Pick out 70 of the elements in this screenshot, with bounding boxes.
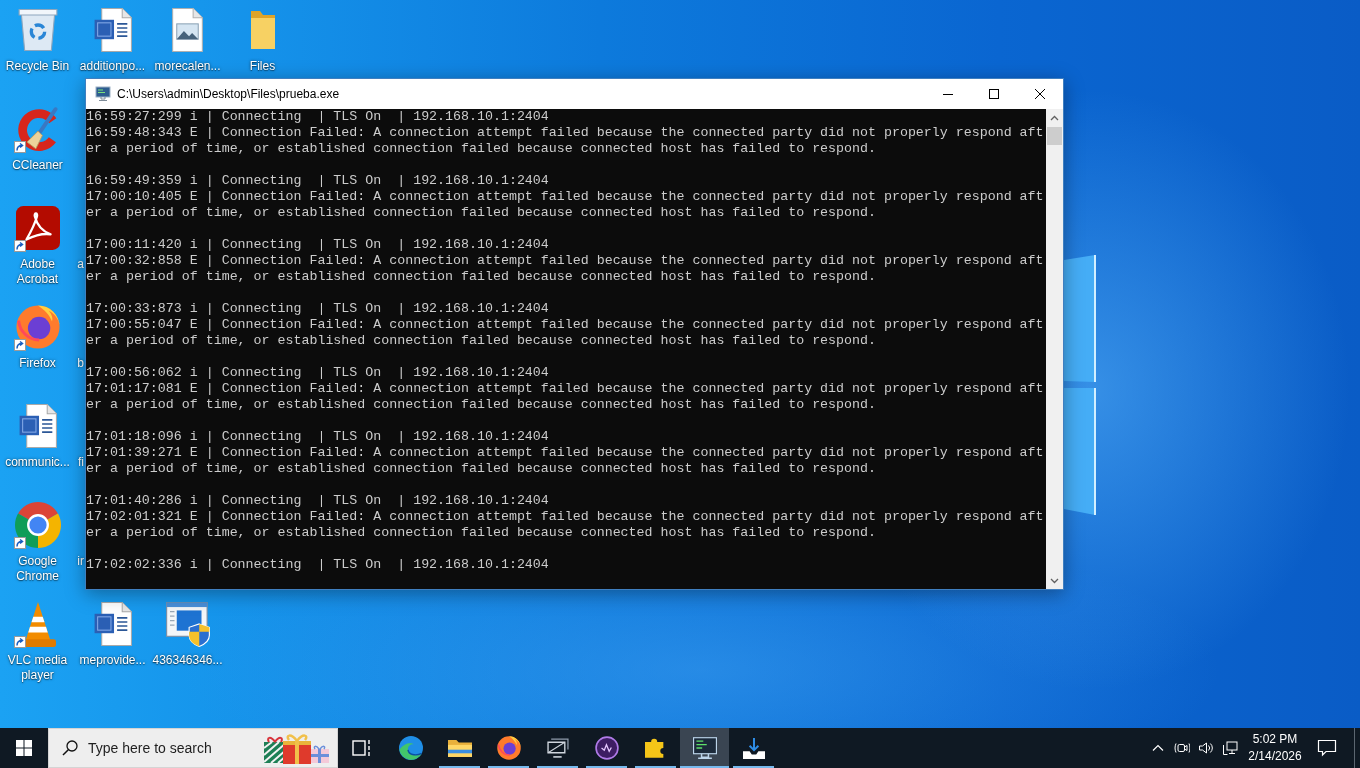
desktop-item[interactable]: VLC media player	[0, 600, 75, 683]
desktop-item-label[interactable]: ir	[77, 554, 84, 569]
taskbar-app-button[interactable]	[680, 728, 729, 768]
document-icon	[93, 602, 132, 646]
brush-arc-icon	[16, 106, 59, 152]
maximize-icon	[989, 89, 999, 99]
orb-icon	[594, 736, 619, 760]
gift-boxes-icon	[263, 732, 330, 764]
windows-logo-icon	[16, 740, 32, 756]
log-line: 17:00:33:873 i | Connecting | TLS On | 192.168.10.1:2404	[86, 301, 549, 317]
search-field[interactable]: Type here to search	[88, 740, 263, 756]
notification-icon[interactable]	[1317, 739, 1337, 757]
desktop-item-label[interactable]: b	[77, 356, 84, 371]
clock-time[interactable]: 5:02 PM	[1252, 731, 1298, 748]
download-tray-icon	[742, 737, 765, 759]
log-line: 17:00:56:062 i | Connecting | TLS On | 192.168.10.1:2404	[86, 365, 549, 381]
network-icon[interactable]	[1222, 740, 1238, 756]
desktop-item[interactable]: Adobe Acrobat	[0, 204, 75, 287]
task-view-icon	[352, 739, 372, 757]
image-file-icon	[172, 8, 203, 52]
search-icon	[62, 740, 78, 756]
vertical-scrollbar[interactable]	[1046, 109, 1063, 589]
log-line: 17:02:01:321 E | Connection Failed: A connection attempt failed because the connected party did not properly respond after a period of time, or established connection failed because connected host has failed to respond.	[86, 509, 1045, 541]
caret-up-icon	[1050, 114, 1059, 121]
pdf-icon	[15, 206, 60, 250]
desktop-item[interactable]: 436346346...	[150, 600, 225, 668]
desktop-item[interactable]: Files	[225, 6, 300, 74]
desktop-item[interactable]: Google Chrome	[0, 501, 75, 584]
log-line: 17:00:10:405 E | Connection Failed: A connection attempt failed because the connected party did not properly respond after a period of time, or established connection failed because connected host has failed to respond.	[86, 189, 1045, 221]
window-title: C:\Users\admin\Desktop\Files\prueba.exe	[117, 86, 340, 102]
log-line: 17:01:39:271 E | Connection Failed: A connection attempt failed because the connected party did not properly respond after a period of time, or established connection failed because connected host has failed to respond.	[86, 445, 1045, 477]
log-line: 17:01:40:286 i | Connecting | TLS On | 192.168.10.1:2404	[86, 493, 549, 509]
camera-icon[interactable]	[1174, 740, 1190, 756]
document-icon	[93, 8, 132, 52]
log-line: 16:59:27:299 i | Connecting | TLS On | 192.168.10.1:2404	[86, 109, 549, 125]
segmented-ring-icon	[14, 502, 61, 548]
installer-shield-icon	[165, 601, 210, 647]
terminal-icon	[692, 737, 717, 759]
log-line: 17:01:17:081 E | Connection Failed: A connection attempt failed because the connected party did not properly respond after a period of time, or established connection failed because connected host has failed to respond.	[86, 381, 1045, 413]
desktop-item[interactable]: CCleaner	[0, 105, 75, 173]
flame-globe-icon	[15, 305, 60, 349]
close-icon	[1035, 89, 1045, 99]
scrollbar-thumb[interactable]	[1047, 127, 1062, 145]
caret-down-icon	[1050, 577, 1059, 584]
desktop-item[interactable]: meprovide...	[75, 600, 150, 668]
clock-date[interactable]: 2/14/2026	[1248, 748, 1302, 765]
search-bar[interactable]: Type here to search	[48, 728, 338, 768]
desktop-item-label[interactable]: fi	[78, 455, 84, 470]
recycle-bin-icon	[17, 8, 58, 52]
log-line: 17:00:55:047 E | Connection Failed: A connection attempt failed because the connected party did not properly respond after a period of time, or established connection failed because connected host has failed to respond.	[86, 317, 1045, 349]
desktop-item[interactable]: Firefox	[0, 303, 75, 371]
desktop-item[interactable]: communic...	[0, 402, 75, 470]
screens-icon	[546, 738, 569, 758]
terminal-icon	[95, 86, 111, 102]
log-line: 17:00:11:420 i | Connecting | TLS On | 192.168.10.1:2404	[86, 237, 549, 253]
log-line: 17:01:18:096 i | Connecting | TLS On | 192.168.10.1:2404	[86, 429, 549, 445]
log-line: 16:59:48:343 E | Connection Failed: A connection attempt failed because the connected party did not properly respond after a period of time, or established connection failed because connected host has failed to respond.	[86, 125, 1045, 157]
volume-icon[interactable]	[1198, 740, 1214, 756]
desktop-item[interactable]: additionpo...	[75, 6, 150, 74]
document-icon	[18, 404, 57, 448]
desktop-item-label[interactable]: a	[77, 257, 84, 272]
desktop-item[interactable]: Recycle Bin	[0, 6, 75, 74]
log-line: 17:00:32:858 E | Connection Failed: A connection attempt failed because the connected party did not properly respond after a period of time, or established connection failed because connected host has failed to respond.	[86, 253, 1045, 285]
log-line: 16:59:49:359 i | Connecting | TLS On | 192.168.10.1:2404	[86, 173, 549, 189]
folder-icon	[249, 10, 276, 50]
swirl-browser-icon	[398, 736, 423, 760]
flame-globe-icon	[496, 736, 521, 760]
desktop-item[interactable]: morecalen...	[150, 6, 225, 74]
folder-icon	[447, 739, 472, 757]
log-line: 17:02:02:336 i | Connecting | TLS On | 192.168.10.1:2404	[86, 557, 549, 573]
